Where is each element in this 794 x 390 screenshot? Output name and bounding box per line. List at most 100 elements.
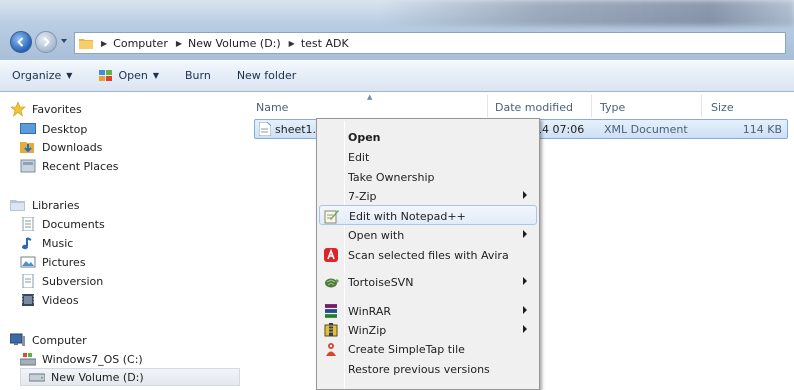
menu-item-edit-with-notepadpp[interactable]: Edit with Notepad++ (319, 205, 537, 225)
back-button[interactable] (10, 31, 32, 53)
command-toolbar: Organize ▼ Open ▼ Burn New folder (0, 60, 794, 92)
arrow-right-icon (43, 37, 50, 47)
menu-item-scan-avira[interactable]: Scan selected files with Avira (319, 245, 537, 265)
column-divider[interactable] (701, 95, 702, 117)
open-app-icon (99, 69, 113, 81)
recent-pages-dropdown[interactable] (60, 36, 68, 46)
system-drive-icon (20, 353, 36, 366)
simpletap-icon (326, 343, 336, 356)
folder-icon (79, 39, 93, 49)
menu-item-open-label: Open (348, 131, 381, 144)
navigation-pane: Favorites Desktop Downloads Recent Place… (0, 93, 246, 390)
file-date-modified: 14 07:06 (535, 123, 585, 136)
sort-ascending-icon: ▲ (367, 93, 373, 101)
open-button[interactable]: Open ▼ (98, 69, 159, 83)
chevron-right-icon: ▶ (175, 38, 182, 48)
column-divider[interactable] (487, 95, 488, 117)
recent-places-icon (20, 159, 36, 173)
desktop-icon (20, 123, 36, 134)
menu-item-create-simpletap-tile-label: Create SimpleTap tile (348, 343, 465, 356)
nav-libraries[interactable]: Libraries (10, 196, 80, 214)
submenu-arrow-icon (523, 306, 527, 314)
burn-button[interactable]: Burn (185, 69, 211, 82)
nav-computer-label: Computer (32, 333, 87, 347)
videos-icon (22, 294, 34, 306)
new-folder-label: New folder (236, 69, 297, 82)
menu-item-edit-label: Edit (348, 151, 370, 164)
nav-music[interactable]: Music (20, 234, 73, 252)
menu-item-open-with[interactable]: Open with (319, 225, 537, 245)
window-titlebar: ▶ Computer ▶ New Volume (D:) ▶ test ADK (0, 0, 794, 60)
caret-down-icon: ▼ (152, 71, 159, 80)
file-size: 114 KB (742, 123, 782, 136)
winzip-icon (324, 323, 338, 337)
caret-down-icon: ▼ (66, 71, 73, 80)
submenu-arrow-icon (523, 230, 527, 238)
downloads-folder-icon (20, 142, 34, 153)
nav-videos[interactable]: Videos (20, 291, 79, 309)
submenu-arrow-icon (523, 277, 527, 285)
breadcrumb-new-volume[interactable]: New Volume (D:) (188, 37, 281, 50)
nav-desktop-label: Desktop (42, 122, 88, 136)
burn-label: Burn (184, 69, 211, 82)
star-icon (10, 101, 26, 117)
menu-item-create-simpletap-tile[interactable]: Create SimpleTap tile (319, 339, 537, 359)
address-bar[interactable]: ▶ Computer ▶ New Volume (D:) ▶ test ADK (74, 32, 786, 54)
forward-button[interactable] (35, 31, 57, 53)
tortoisesvn-icon (325, 278, 339, 288)
menu-item-winzip[interactable]: WinZip (319, 320, 537, 340)
subversion-icon (22, 274, 34, 288)
documents-icon (22, 217, 34, 231)
nav-subversion[interactable]: Subversion (20, 272, 103, 290)
chevron-right-icon: ▶ (101, 38, 108, 48)
menu-item-restore-previous-versions[interactable]: Restore previous versions (319, 359, 537, 379)
nav-new-volume[interactable]: New Volume (D:) (20, 368, 240, 386)
pictures-icon (20, 256, 36, 268)
menu-item-open[interactable]: Open (319, 127, 537, 147)
nav-new-volume-label: New Volume (D:) (51, 370, 144, 384)
menu-item-edit[interactable]: Edit (319, 147, 537, 167)
submenu-arrow-icon (523, 325, 527, 333)
menu-item-7zip[interactable]: 7-Zip (319, 186, 537, 206)
menu-item-tortoisesvn[interactable]: TortoiseSVN (319, 272, 537, 292)
nav-music-label: Music (42, 236, 74, 250)
column-header-name[interactable]: Name (256, 101, 288, 114)
menu-item-take-ownership[interactable]: Take Ownership (319, 167, 537, 187)
column-header-type[interactable]: Type (600, 101, 625, 114)
open-label: Open (118, 69, 148, 82)
menu-item-winrar[interactable]: WinRAR (319, 301, 537, 321)
menu-item-take-ownership-label: Take Ownership (348, 171, 435, 184)
nav-videos-label: Videos (42, 293, 79, 307)
winrar-icon (325, 304, 337, 318)
nav-computer[interactable]: Computer (10, 331, 87, 349)
breadcrumb-test-adk[interactable]: test ADK (301, 37, 349, 50)
breadcrumb-computer[interactable]: Computer (113, 37, 168, 50)
menu-item-7zip-label: 7-Zip (348, 190, 377, 203)
nav-favorites[interactable]: Favorites (10, 100, 82, 118)
submenu-arrow-icon (523, 191, 527, 199)
avira-icon (324, 248, 338, 262)
drive-icon (29, 373, 45, 382)
titlebar-glass (380, 0, 794, 26)
column-header-date-modified[interactable]: Date modified (495, 101, 573, 114)
xml-file-icon (259, 122, 271, 136)
menu-item-edit-with-notepadpp-label: Edit with Notepad++ (349, 210, 466, 223)
computer-icon (10, 333, 25, 346)
nav-recent-places-label: Recent Places (42, 159, 119, 173)
nav-windows7-os[interactable]: Windows7_OS (C:) (20, 350, 143, 368)
nav-desktop[interactable]: Desktop (20, 120, 87, 138)
menu-item-restore-previous-versions-label: Restore previous versions (348, 363, 490, 376)
nav-pictures-label: Pictures (42, 255, 86, 269)
column-divider[interactable] (591, 95, 592, 117)
nav-subversion-label: Subversion (42, 274, 104, 288)
column-header-size[interactable]: Size (711, 101, 734, 114)
context-menu: Open Edit Take Ownership 7-Zip Edit with… (316, 118, 540, 390)
nav-windows7-os-label: Windows7_OS (C:) (42, 352, 143, 366)
new-folder-button[interactable]: New folder (237, 69, 296, 82)
nav-downloads[interactable]: Downloads (20, 138, 102, 156)
libraries-icon (10, 200, 25, 211)
nav-documents[interactable]: Documents (20, 215, 105, 233)
organize-button[interactable]: Organize ▼ (12, 69, 72, 82)
nav-pictures[interactable]: Pictures (20, 253, 86, 271)
nav-recent-places[interactable]: Recent Places (20, 157, 119, 175)
